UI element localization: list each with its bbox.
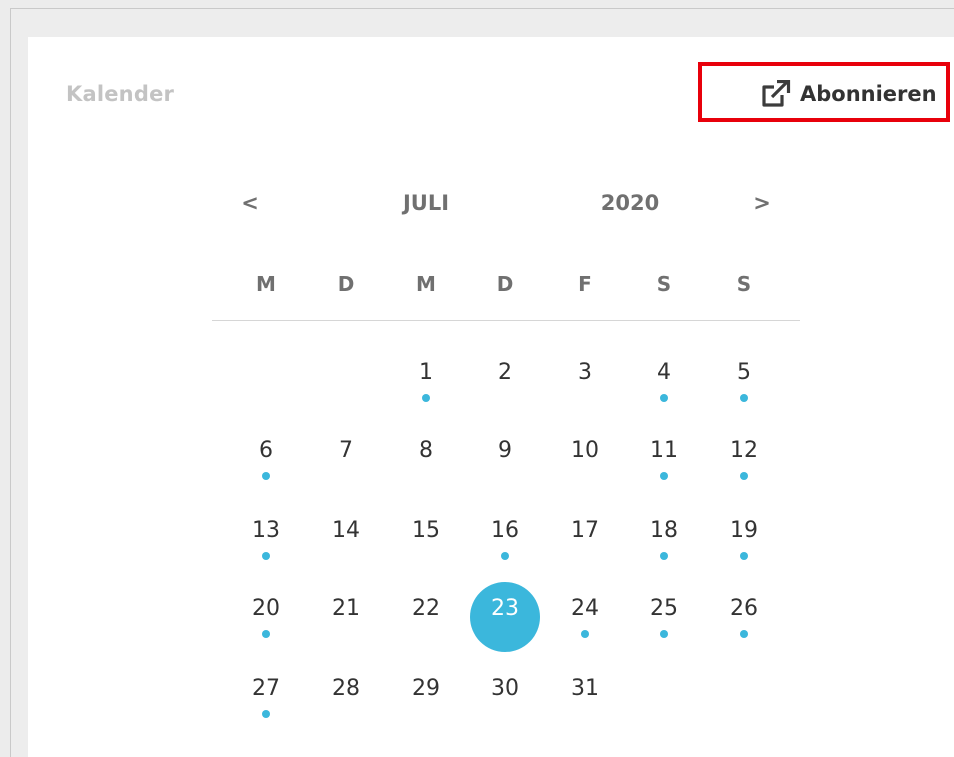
day-number: 31 xyxy=(571,676,599,701)
day-number: 23 xyxy=(491,596,519,621)
day-cell[interactable]: 17 xyxy=(550,504,620,574)
day-cell[interactable]: 3 xyxy=(550,346,620,416)
event-dot xyxy=(262,630,270,638)
day-cell[interactable]: 13 xyxy=(231,504,301,574)
year-label[interactable]: 2020 xyxy=(580,191,680,225)
event-dot xyxy=(262,552,270,560)
day-number: 3 xyxy=(578,360,592,385)
day-number: 28 xyxy=(332,676,360,701)
month-label[interactable]: JULI xyxy=(376,191,476,225)
calendar-panel: Kalender Abonnieren < JULI 2020 > M D M D F S… xyxy=(28,37,954,757)
day-number: 25 xyxy=(650,596,678,621)
day-cell[interactable]: 19 xyxy=(709,504,779,574)
weekday-header: D xyxy=(337,272,355,296)
day-cell[interactable]: 27 xyxy=(231,662,301,732)
day-number: 15 xyxy=(412,518,440,543)
event-dot xyxy=(740,630,748,638)
weekday-header: D xyxy=(496,272,514,296)
day-cell[interactable]: 16 xyxy=(470,504,540,574)
event-dot xyxy=(581,630,589,638)
event-dot xyxy=(262,710,270,718)
event-dot xyxy=(740,552,748,560)
day-number: 19 xyxy=(730,518,758,543)
day-cell[interactable]: 2 xyxy=(470,346,540,416)
day-number: 16 xyxy=(491,518,519,543)
day-number: 22 xyxy=(412,596,440,621)
selected-day[interactable]: 23 xyxy=(470,582,540,652)
event-dot xyxy=(660,394,668,402)
day-cell[interactable]: 15 xyxy=(391,504,461,574)
day-number: 12 xyxy=(730,438,758,463)
day-cell[interactable]: 11 xyxy=(629,424,699,494)
day-number: 2 xyxy=(498,360,512,385)
day-cell[interactable]: 31 xyxy=(550,662,620,732)
day-cell[interactable]: 29 xyxy=(391,662,461,732)
day-number: 30 xyxy=(491,676,519,701)
event-dot xyxy=(262,472,270,480)
event-dot xyxy=(740,472,748,480)
day-number: 6 xyxy=(259,438,273,463)
event-dot xyxy=(660,552,668,560)
day-number: 10 xyxy=(571,438,599,463)
day-number: 20 xyxy=(252,596,280,621)
subscribe-label: Abonnieren xyxy=(800,82,937,106)
day-cell[interactable]: 26 xyxy=(709,582,779,652)
day-number: 17 xyxy=(571,518,599,543)
next-month-button[interactable]: > xyxy=(748,191,776,225)
day-number: 4 xyxy=(657,360,671,385)
event-dot xyxy=(501,552,509,560)
day-number: 9 xyxy=(498,438,512,463)
day-cell[interactable]: 12 xyxy=(709,424,779,494)
day-number: 7 xyxy=(339,438,353,463)
external-link-icon xyxy=(762,79,791,107)
event-dot xyxy=(422,394,430,402)
day-cell[interactable]: 7 xyxy=(311,424,381,494)
event-dot xyxy=(740,394,748,402)
day-cell[interactable]: 6 xyxy=(231,424,301,494)
day-number: 5 xyxy=(737,360,751,385)
panel-title: Kalender xyxy=(66,82,175,106)
day-cell[interactable]: 22 xyxy=(391,582,461,652)
day-cell[interactable]: 30 xyxy=(470,662,540,732)
day-number: 26 xyxy=(730,596,758,621)
day-cell[interactable]: 5 xyxy=(709,346,779,416)
event-dot xyxy=(660,472,668,480)
day-number: 11 xyxy=(650,438,678,463)
day-cell[interactable]: 25 xyxy=(629,582,699,652)
day-number: 18 xyxy=(650,518,678,543)
day-number: 24 xyxy=(571,596,599,621)
day-cell[interactable]: 1 xyxy=(391,346,461,416)
day-cell[interactable]: 8 xyxy=(391,424,461,494)
day-cell[interactable]: 21 xyxy=(311,582,381,652)
weekday-header: F xyxy=(578,272,592,296)
weekday-header: S xyxy=(736,272,752,296)
day-number: 21 xyxy=(332,596,360,621)
day-number: 27 xyxy=(252,676,280,701)
day-number: 8 xyxy=(419,438,433,463)
prev-month-button[interactable]: < xyxy=(236,191,264,225)
weekday-divider xyxy=(212,320,800,321)
weekday-header: M xyxy=(256,272,276,296)
day-cell[interactable]: 18 xyxy=(629,504,699,574)
day-cell[interactable]: 14 xyxy=(311,504,381,574)
weekday-header: M xyxy=(416,272,436,296)
day-cell[interactable]: 9 xyxy=(470,424,540,494)
day-cell[interactable]: 20 xyxy=(231,582,301,652)
subscribe-button[interactable]: Abonnieren xyxy=(760,77,937,111)
day-cell[interactable]: 24 xyxy=(550,582,620,652)
day-cell[interactable]: 4 xyxy=(629,346,699,416)
day-number: 29 xyxy=(412,676,440,701)
weekday-header: S xyxy=(656,272,672,296)
day-cell[interactable]: 10 xyxy=(550,424,620,494)
day-number: 1 xyxy=(419,360,433,385)
day-number: 14 xyxy=(332,518,360,543)
day-number: 13 xyxy=(252,518,280,543)
event-dot xyxy=(660,630,668,638)
day-cell[interactable]: 28 xyxy=(311,662,381,732)
